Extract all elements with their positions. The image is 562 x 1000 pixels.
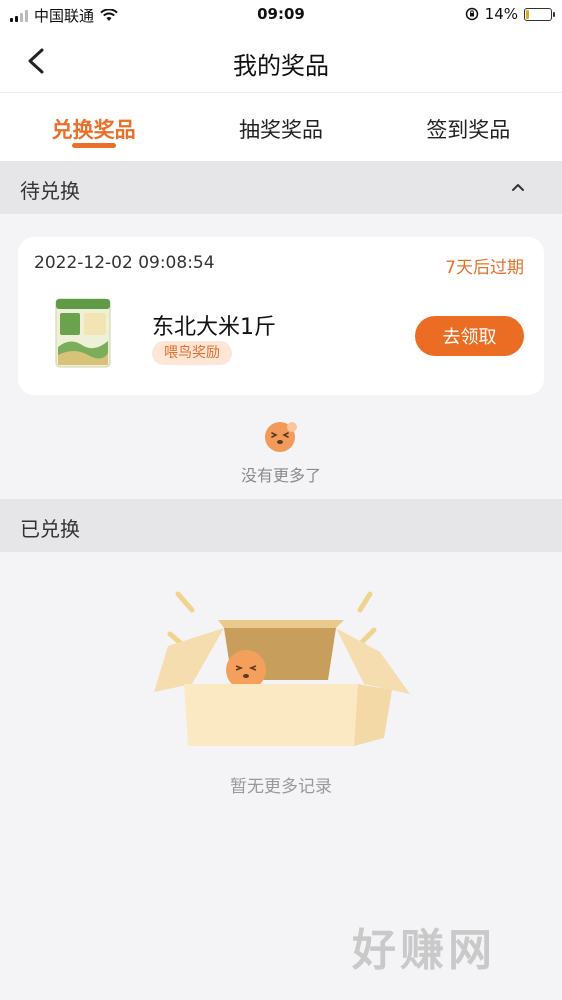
no-more-indicator: 没有更多了 [0,418,562,485]
claim-button[interactable]: 去领取 [415,316,524,356]
chevron-up-icon[interactable] [510,179,526,195]
redeemed-section-header: 已兑换 [0,499,562,552]
no-more-text: 没有更多了 [240,466,321,485]
orientation-lock-icon [465,7,478,21]
status-right: 14% [465,5,555,23]
chick-face-icon [265,422,297,452]
tab-exchange-prizes[interactable]: 兑换奖品 [0,93,187,161]
tab-lottery-prizes[interactable]: 抽奖奖品 [187,93,374,161]
prize-tag: 喂鸟奖励 [152,341,232,365]
rice-bag-image [55,298,111,368]
page-title: 我的奖品 [233,52,329,80]
nav-bar: 我的奖品 [0,30,562,93]
section-title: 待兑换 [20,179,80,203]
prize-name: 东北大米1斤 [152,315,276,340]
tab-bar: 兑换奖品 抽奖奖品 签到奖品 [0,93,562,161]
battery-percent: 14% [484,5,518,23]
pending-section-header[interactable]: 待兑换 [0,161,562,214]
status-bar: 中国联通 09:09 14% [0,0,562,30]
empty-records-text: 暂无更多记录 [230,777,332,797]
prize-card: 2022-12-02 09:08:54 7天后过期 东北大米1斤 喂鸟奖励 去领… [18,237,544,395]
battery-icon [524,7,555,21]
section-title: 已兑换 [20,517,80,541]
watermark-logo: 好赚网 [352,925,496,976]
prize-date: 2022-12-02 09:08:54 [34,253,215,273]
prize-expire: 7天后过期 [445,258,524,278]
tab-checkin-prizes[interactable]: 签到奖品 [375,93,562,161]
empty-box-illustration [154,591,410,746]
